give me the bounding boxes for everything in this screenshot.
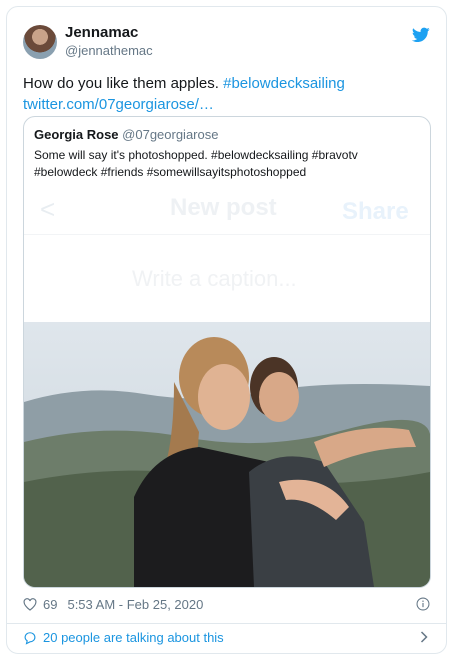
hashtag-link[interactable]: #belowdecksailing	[223, 75, 345, 92]
tweet-timestamp[interactable]: 5:53 AM - Feb 25, 2020	[67, 597, 203, 612]
speech-bubble-icon	[24, 631, 36, 645]
faded-back-chevron: <	[40, 194, 56, 224]
quoted-tweet-text: Some will say it's photoshopped. #belowd…	[34, 148, 358, 179]
embedded-tweet-card: Jennamac @jennathemac How do you like th…	[6, 6, 447, 654]
heart-icon[interactable]	[23, 598, 37, 611]
quoted-tweet-header: Georgia Rose @07georgiarose	[34, 127, 218, 142]
quoted-tweet[interactable]: Georgia Rose @07georgiarose Some will sa…	[23, 116, 431, 588]
tweet-body: How do you like them apples.	[23, 75, 224, 92]
like-count[interactable]: 69	[43, 597, 57, 612]
faded-caption-placeholder: Write a caption...	[132, 266, 297, 291]
faded-divider	[24, 234, 430, 235]
tweet-url-link[interactable]: twitter.com/07georgiarose/…	[23, 96, 214, 113]
author-handle[interactable]: @jennathemac	[65, 43, 153, 58]
quoted-author-name: Georgia Rose	[34, 127, 119, 142]
quoted-author-handle: @07georgiarose	[122, 127, 219, 142]
author-name[interactable]: Jennamac	[65, 24, 138, 41]
faded-screenshot-header: < New post Share Write a caption...	[24, 182, 430, 322]
quoted-photo[interactable]	[24, 322, 430, 587]
faded-share-label: Share	[342, 198, 409, 225]
conversation-text: 20 people are talking about this	[43, 630, 224, 645]
avatar[interactable]	[23, 25, 57, 59]
card-divider	[7, 623, 446, 624]
twitter-logo-icon[interactable]	[412, 27, 430, 43]
conversation-link[interactable]: 20 people are talking about this	[23, 630, 224, 645]
info-icon[interactable]	[416, 597, 430, 611]
tweet-stats: 69 5:53 AM - Feb 25, 2020	[23, 597, 203, 612]
chevron-right-icon[interactable]	[420, 631, 428, 643]
tweet-text: How do you like them apples. #belowdecks…	[23, 73, 423, 115]
faded-new-post-title: New post	[170, 194, 277, 221]
